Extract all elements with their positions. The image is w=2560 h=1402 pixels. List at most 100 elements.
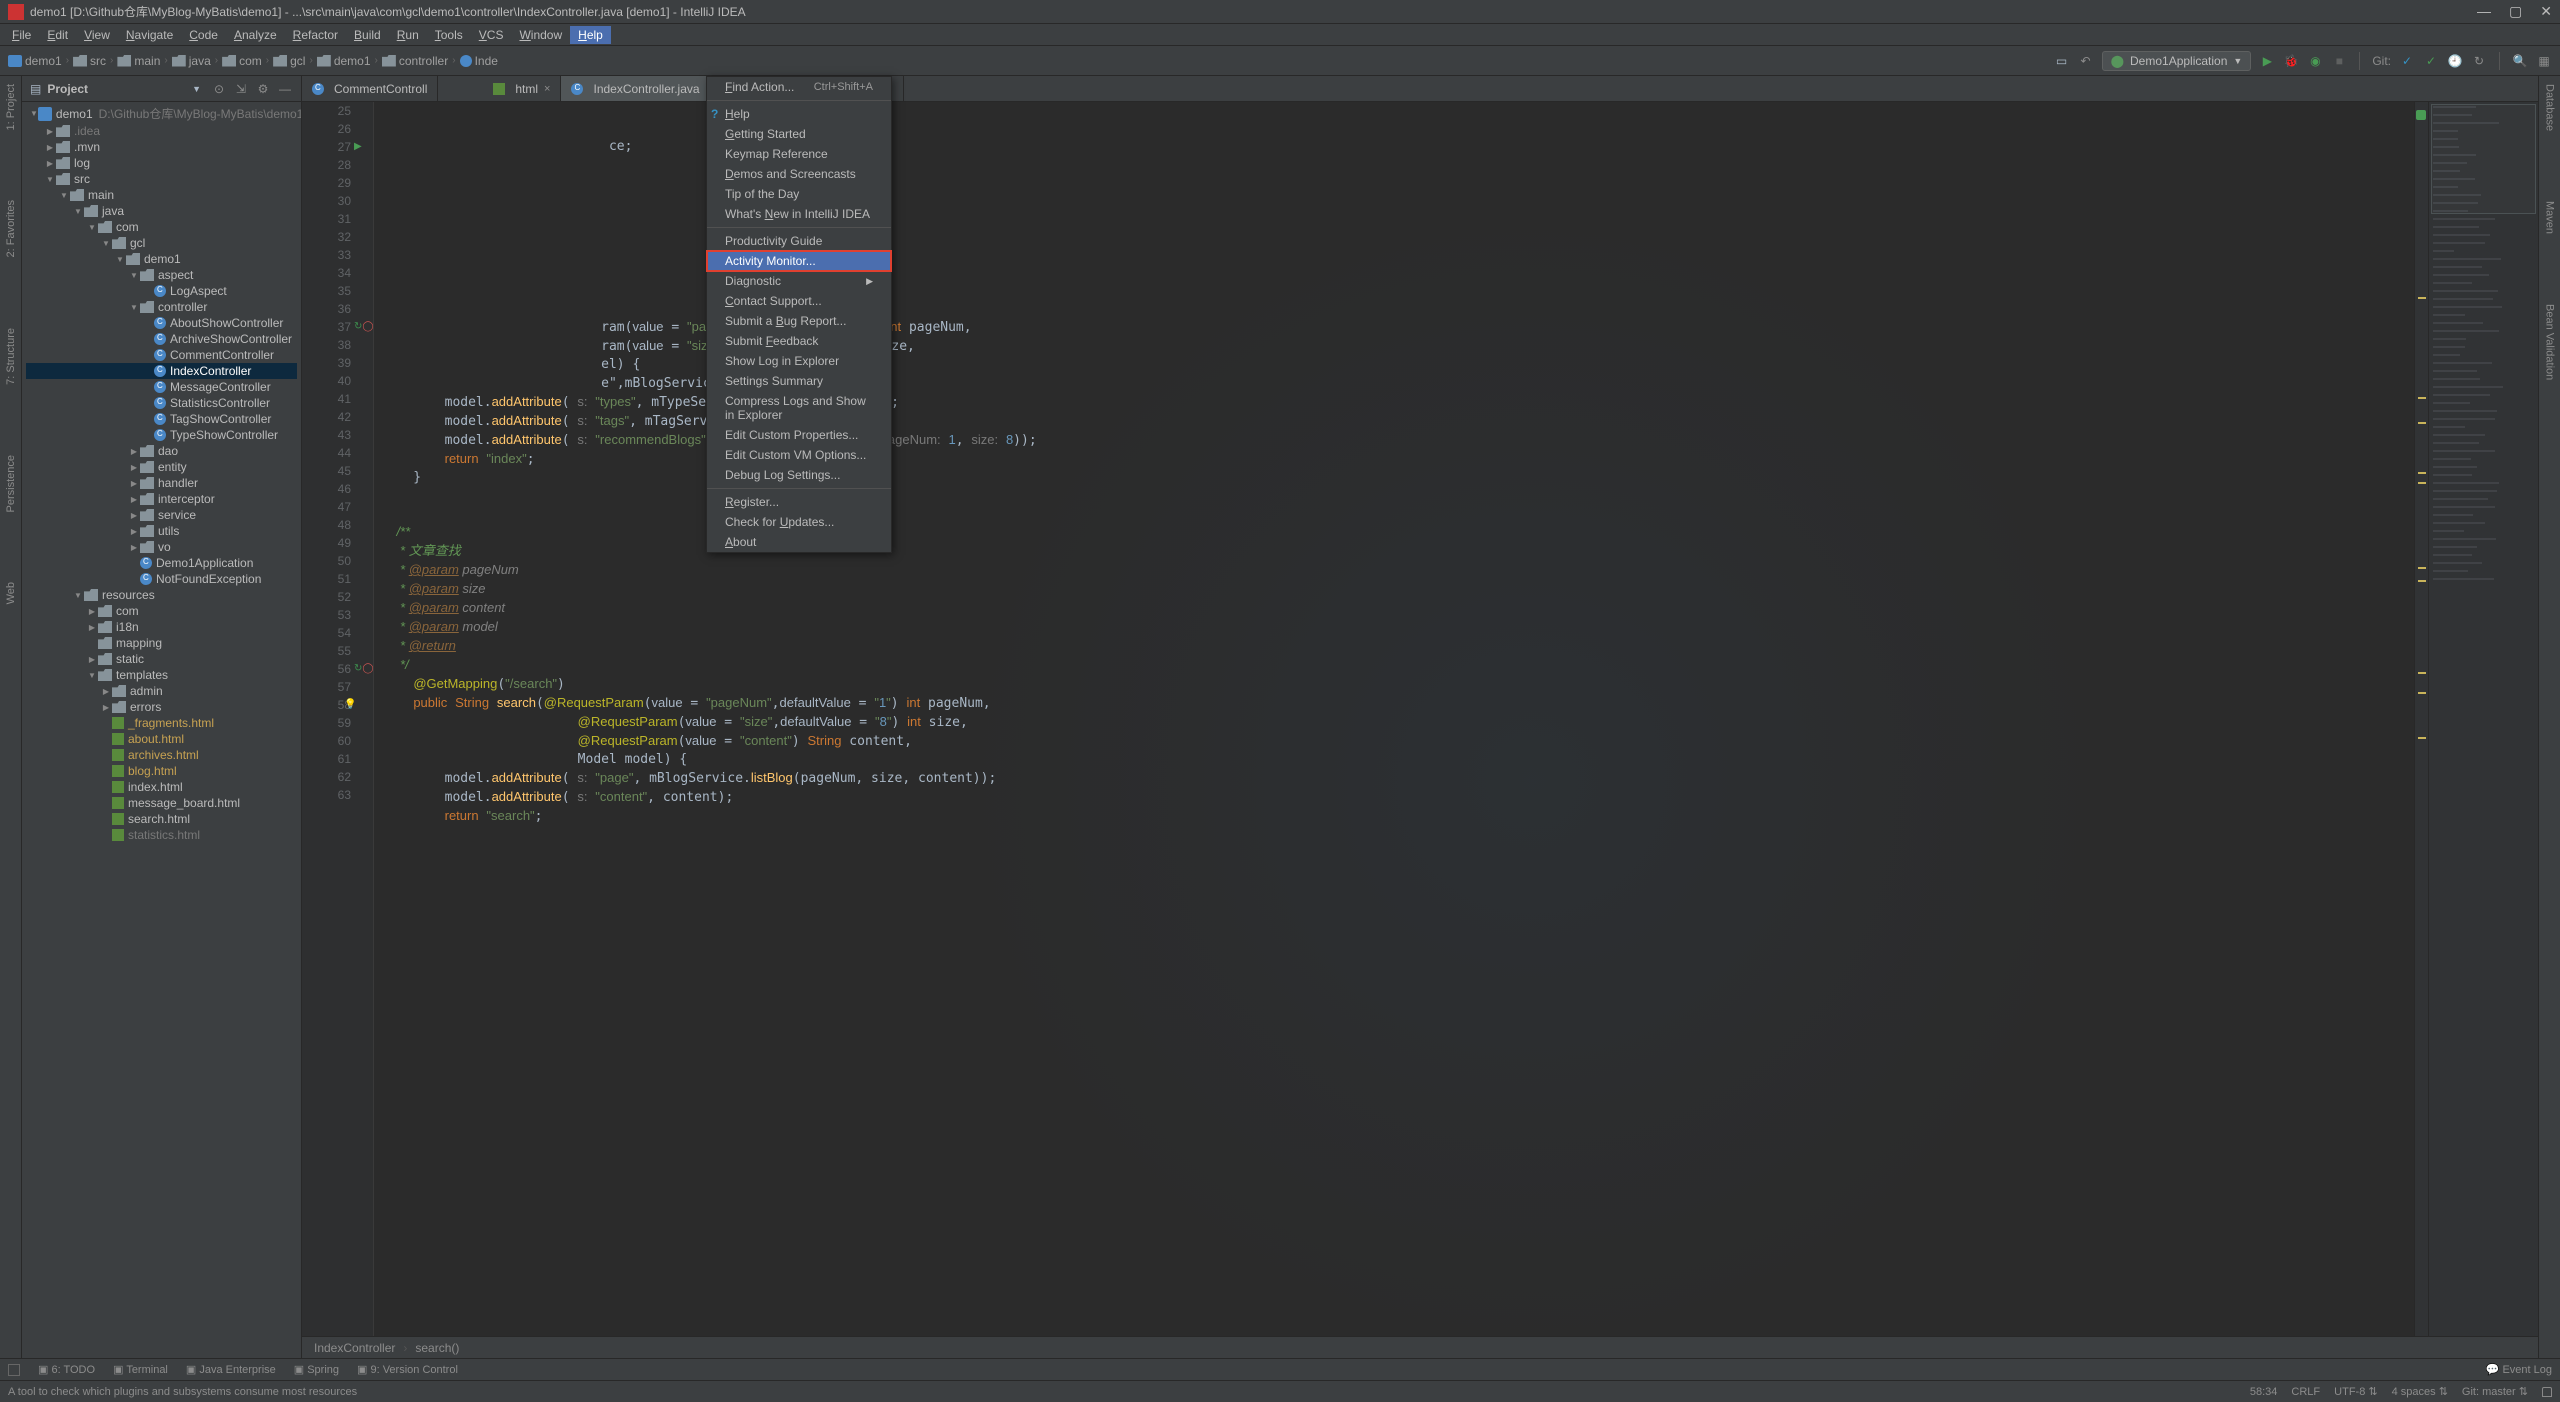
menu-item[interactable]: Show Log in Explorer — [707, 351, 891, 371]
menu-item[interactable]: Edit Custom Properties... — [707, 425, 891, 445]
breadcrumb-segment[interactable]: controller — [382, 54, 448, 68]
tree-node[interactable]: ▶interceptor — [26, 491, 297, 507]
event-log-button[interactable]: 💬 Event Log — [2486, 1363, 2552, 1376]
tree-node[interactable]: ▶admin — [26, 683, 297, 699]
tree-node[interactable]: ▼aspect — [26, 267, 297, 283]
menu-file[interactable]: File — [4, 26, 39, 44]
menu-build[interactable]: Build — [346, 26, 389, 44]
warning-tick[interactable] — [2418, 482, 2426, 484]
menu-item[interactable]: Demos and Screencasts — [707, 164, 891, 184]
expand-all-icon[interactable]: ⇲ — [233, 81, 249, 97]
tool-window-button[interactable]: Database — [2544, 84, 2556, 131]
editor-tab[interactable]: CommentControll — [302, 76, 438, 101]
vcs-history-icon[interactable]: 🕘 — [2447, 53, 2463, 69]
tool-window-toggle-icon[interactable] — [8, 1364, 20, 1376]
warning-tick[interactable] — [2418, 297, 2426, 299]
git-branch[interactable]: Git: master ⇅ — [2462, 1385, 2528, 1398]
tree-node[interactable]: MessageController — [26, 379, 297, 395]
coverage-button[interactable]: ◉ — [2307, 53, 2323, 69]
breadcrumb-segment[interactable]: com — [222, 54, 262, 68]
tree-node[interactable]: CommentController — [26, 347, 297, 363]
tree-node[interactable]: ▼resources — [26, 587, 297, 603]
breadcrumb-segment[interactable]: main — [117, 54, 160, 68]
tree-node[interactable]: ▶dao — [26, 443, 297, 459]
menu-item[interactable]: Getting Started — [707, 124, 891, 144]
menu-item[interactable]: Check for Updates... — [707, 512, 891, 532]
maximize-button[interactable]: ▢ — [2509, 3, 2522, 20]
tree-node[interactable]: ▶log — [26, 155, 297, 171]
menu-window[interactable]: Window — [511, 26, 570, 44]
tree-node[interactable]: TagShowController — [26, 411, 297, 427]
breadcrumb-segment[interactable]: java — [172, 54, 211, 68]
menu-navigate[interactable]: Navigate — [118, 26, 181, 44]
menu-item[interactable]: Diagnostic▶ — [707, 271, 891, 291]
override-gutter-icon[interactable]: ↻◯ — [354, 318, 374, 336]
warning-tick[interactable] — [2418, 692, 2426, 694]
tree-node[interactable]: NotFoundException — [26, 571, 297, 587]
editor-tab[interactable]: IndexController.java× — [561, 76, 723, 101]
breadcrumb-method[interactable]: search() — [415, 1341, 459, 1355]
layout-icon[interactable]: ▭ — [2054, 53, 2070, 69]
hint-bulb-icon[interactable]: 💡 — [344, 696, 356, 714]
gutter[interactable]: 25 26 27 28 29 30 31 32 33 34 35 36 37 3… — [302, 102, 374, 1336]
menu-item[interactable]: ?Help — [707, 104, 891, 124]
tree-node[interactable]: blog.html — [26, 763, 297, 779]
tree-node[interactable]: ▶.mvn — [26, 139, 297, 155]
breadcrumb-segment[interactable]: demo1 — [317, 54, 371, 68]
stop-button[interactable]: ■ — [2331, 53, 2347, 69]
bottom-tool-button[interactable]: ▣ Spring — [294, 1363, 339, 1376]
menu-item[interactable]: Compress Logs and Show in Explorer — [707, 391, 891, 425]
tool-window-button[interactable]: 2: Favorites — [5, 200, 17, 257]
tree-node[interactable]: ▼com — [26, 219, 297, 235]
menu-item[interactable]: Tip of the Day — [707, 184, 891, 204]
minimap[interactable] — [2428, 102, 2538, 1336]
tree-node[interactable]: IndexController — [26, 363, 297, 379]
override-gutter-icon[interactable]: ↻◯ — [354, 660, 374, 678]
error-stripe[interactable] — [2414, 102, 2428, 1336]
menu-item[interactable]: What's New in IntelliJ IDEA — [707, 204, 891, 224]
menu-item[interactable]: Debug Log Settings... — [707, 465, 891, 485]
tree-node[interactable]: ▼gcl — [26, 235, 297, 251]
breadcrumb-class[interactable]: IndexController — [314, 1341, 395, 1355]
back-icon[interactable]: ↶ — [2078, 53, 2094, 69]
menu-edit[interactable]: Edit — [39, 26, 76, 44]
tree-node[interactable]: ArchiveShowController — [26, 331, 297, 347]
menu-analyze[interactable]: Analyze — [226, 26, 285, 44]
bottom-tool-button[interactable]: ▣ 9: Version Control — [357, 1363, 458, 1376]
run-gutter-icon[interactable]: ▶ — [354, 138, 362, 156]
ide-settings-icon[interactable]: ▦ — [2536, 53, 2552, 69]
tree-node[interactable]: message_board.html — [26, 795, 297, 811]
bottom-tool-button[interactable]: ▣ 6: TODO — [38, 1363, 95, 1376]
tree-node[interactable]: ▶entity — [26, 459, 297, 475]
close-tab-icon[interactable]: × — [544, 83, 550, 95]
panel-dropdown-icon[interactable]: ▼ — [192, 84, 201, 94]
menu-item[interactable]: Settings Summary — [707, 371, 891, 391]
readonly-lock-icon[interactable] — [2542, 1387, 2552, 1397]
editor-tab[interactable]: html× — [483, 76, 561, 101]
menu-item[interactable]: Productivity Guide — [707, 231, 891, 251]
hide-panel-icon[interactable]: — — [277, 81, 293, 97]
menu-item[interactable]: Submit a Bug Report... — [707, 311, 891, 331]
line-ending[interactable]: CRLF — [2291, 1386, 2320, 1398]
tree-node[interactable]: AboutShowController — [26, 315, 297, 331]
breadcrumb-segment[interactable]: Inde — [460, 54, 498, 68]
breadcrumb-segment[interactable]: demo1 — [8, 54, 62, 68]
warning-tick[interactable] — [2418, 672, 2426, 674]
warning-tick[interactable] — [2418, 737, 2426, 739]
tool-window-button[interactable]: Web — [5, 582, 17, 604]
project-tree[interactable]: ▼demo1D:\Github仓库\MyBlog-MyBatis\demo1▶.… — [22, 102, 301, 1358]
tree-node[interactable]: about.html — [26, 731, 297, 747]
tree-node[interactable]: ▶errors — [26, 699, 297, 715]
breadcrumb-segment[interactable]: gcl — [273, 54, 305, 68]
tree-node[interactable]: search.html — [26, 811, 297, 827]
tree-node[interactable]: _fragments.html — [26, 715, 297, 731]
menu-item[interactable]: Activity Monitor... — [707, 251, 891, 271]
menu-item[interactable]: Edit Custom VM Options... — [707, 445, 891, 465]
indent-info[interactable]: 4 spaces ⇅ — [2392, 1385, 2448, 1398]
menu-item[interactable]: About — [707, 532, 891, 552]
run-button[interactable]: ▶ — [2259, 53, 2275, 69]
tree-node[interactable]: StatisticsController — [26, 395, 297, 411]
close-button[interactable]: ✕ — [2540, 3, 2552, 20]
menu-view[interactable]: View — [76, 26, 118, 44]
file-encoding[interactable]: UTF-8 ⇅ — [2334, 1385, 2377, 1398]
